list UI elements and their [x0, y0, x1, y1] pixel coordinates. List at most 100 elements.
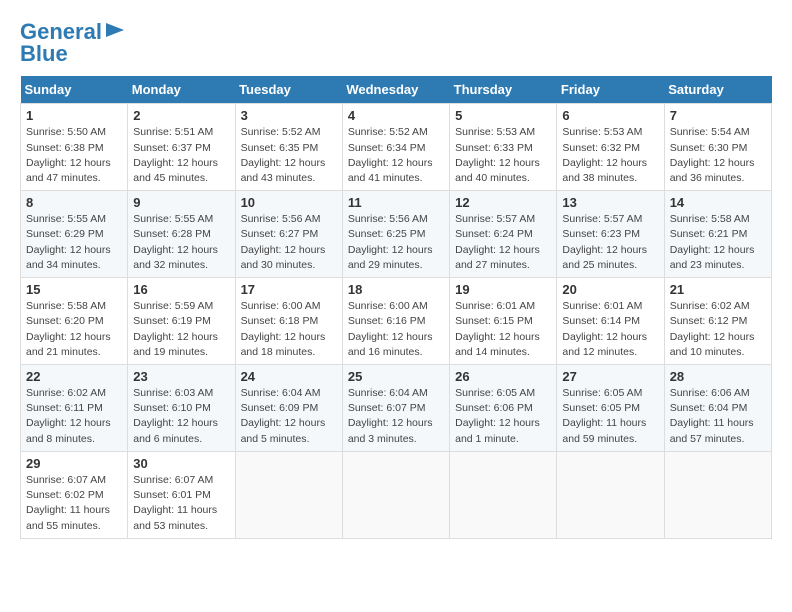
- calendar-cell: 24 Sunrise: 6:04 AM Sunset: 6:09 PM Dayli…: [235, 365, 342, 452]
- day-of-week-saturday: Saturday: [664, 76, 771, 104]
- calendar-cell: 27 Sunrise: 6:05 AM Sunset: 6:05 PM Dayli…: [557, 365, 664, 452]
- day-info: Sunrise: 6:05 AM Sunset: 6:06 PM Dayligh…: [455, 386, 551, 447]
- calendar-cell: 5 Sunrise: 5:53 AM Sunset: 6:33 PM Daylig…: [450, 104, 557, 191]
- day-of-week-tuesday: Tuesday: [235, 76, 342, 104]
- calendar-cell: 2 Sunrise: 5:51 AM Sunset: 6:37 PM Daylig…: [128, 104, 235, 191]
- calendar-cell: 16 Sunrise: 5:59 AM Sunset: 6:19 PM Dayli…: [128, 278, 235, 365]
- day-number: 2: [133, 108, 229, 123]
- day-number: 7: [670, 108, 766, 123]
- logo-blue-text: Blue: [20, 42, 68, 66]
- day-of-week-wednesday: Wednesday: [342, 76, 449, 104]
- calendar-cell: 15 Sunrise: 5:58 AM Sunset: 6:20 PM Dayli…: [21, 278, 128, 365]
- day-number: 16: [133, 282, 229, 297]
- calendar-cell: 3 Sunrise: 5:52 AM Sunset: 6:35 PM Daylig…: [235, 104, 342, 191]
- day-number: 17: [241, 282, 337, 297]
- calendar-cell: 25Sunrise: 6:04 AM Sunset: 6:07 PM Dayli…: [342, 365, 449, 452]
- day-info: Sunrise: 6:00 AM Sunset: 6:18 PM Dayligh…: [241, 299, 337, 360]
- day-info: Sunrise: 5:51 AM Sunset: 6:37 PM Dayligh…: [133, 125, 229, 186]
- day-number: 12: [455, 195, 551, 210]
- calendar-cell: [450, 451, 557, 538]
- calendar-cell: 19 Sunrise: 6:01 AM Sunset: 6:15 PM Dayli…: [450, 278, 557, 365]
- day-info: Sunrise: 6:06 AM Sunset: 6:04 PM Dayligh…: [670, 386, 766, 447]
- calendar-cell: [557, 451, 664, 538]
- day-number: 26: [455, 369, 551, 384]
- day-number: 23: [133, 369, 229, 384]
- day-number: 15: [26, 282, 122, 297]
- day-number: 29: [26, 456, 122, 471]
- day-number: 27: [562, 369, 658, 384]
- day-info: Sunrise: 6:01 AM Sunset: 6:15 PM Dayligh…: [455, 299, 551, 360]
- day-number: 30: [133, 456, 229, 471]
- calendar-cell: 9Sunrise: 5:55 AM Sunset: 6:28 PM Daylig…: [128, 191, 235, 278]
- calendar-cell: 26 Sunrise: 6:05 AM Sunset: 6:06 PM Dayli…: [450, 365, 557, 452]
- day-info: Sunrise: 5:58 AM Sunset: 6:21 PM Dayligh…: [670, 212, 766, 273]
- calendar-cell: 22Sunrise: 6:02 AM Sunset: 6:11 PM Dayli…: [21, 365, 128, 452]
- calendar-cell: 18Sunrise: 6:00 AM Sunset: 6:16 PM Dayli…: [342, 278, 449, 365]
- calendar-cell: 4Sunrise: 5:52 AM Sunset: 6:34 PM Daylig…: [342, 104, 449, 191]
- calendar-cell: 1 Sunrise: 5:50 AM Sunset: 6:38 PM Daylig…: [21, 104, 128, 191]
- days-of-week-row: SundayMondayTuesdayWednesdayThursdayFrid…: [21, 76, 772, 104]
- calendar-week-5: 29 Sunrise: 6:07 AM Sunset: 6:02 PM Dayli…: [21, 451, 772, 538]
- day-number: 11: [348, 195, 444, 210]
- calendar-week-2: 8 Sunrise: 5:55 AM Sunset: 6:29 PM Daylig…: [21, 191, 772, 278]
- calendar-week-4: 22Sunrise: 6:02 AM Sunset: 6:11 PM Dayli…: [21, 365, 772, 452]
- calendar-cell: 23Sunrise: 6:03 AM Sunset: 6:10 PM Dayli…: [128, 365, 235, 452]
- day-number: 21: [670, 282, 766, 297]
- day-number: 14: [670, 195, 766, 210]
- day-info: Sunrise: 6:04 AM Sunset: 6:07 PM Dayligh…: [348, 386, 444, 447]
- day-number: 19: [455, 282, 551, 297]
- day-number: 5: [455, 108, 551, 123]
- day-info: Sunrise: 5:53 AM Sunset: 6:33 PM Dayligh…: [455, 125, 551, 186]
- day-info: Sunrise: 6:07 AM Sunset: 6:01 PM Dayligh…: [133, 473, 229, 534]
- day-info: Sunrise: 5:59 AM Sunset: 6:19 PM Dayligh…: [133, 299, 229, 360]
- day-number: 13: [562, 195, 658, 210]
- calendar-cell: 10Sunrise: 5:56 AM Sunset: 6:27 PM Dayli…: [235, 191, 342, 278]
- calendar-cell: 12Sunrise: 5:57 AM Sunset: 6:24 PM Dayli…: [450, 191, 557, 278]
- calendar-cell: 6Sunrise: 5:53 AM Sunset: 6:32 PM Daylig…: [557, 104, 664, 191]
- day-info: Sunrise: 6:05 AM Sunset: 6:05 PM Dayligh…: [562, 386, 658, 447]
- calendar-cell: 14 Sunrise: 5:58 AM Sunset: 6:21 PM Dayli…: [664, 191, 771, 278]
- day-number: 24: [241, 369, 337, 384]
- calendar-cell: 29 Sunrise: 6:07 AM Sunset: 6:02 PM Dayli…: [21, 451, 128, 538]
- calendar-cell: [664, 451, 771, 538]
- day-info: Sunrise: 5:52 AM Sunset: 6:35 PM Dayligh…: [241, 125, 337, 186]
- day-number: 3: [241, 108, 337, 123]
- calendar-cell: 8 Sunrise: 5:55 AM Sunset: 6:29 PM Daylig…: [21, 191, 128, 278]
- day-of-week-thursday: Thursday: [450, 76, 557, 104]
- day-number: 4: [348, 108, 444, 123]
- calendar-cell: 13Sunrise: 5:57 AM Sunset: 6:23 PM Dayli…: [557, 191, 664, 278]
- calendar-week-1: 1 Sunrise: 5:50 AM Sunset: 6:38 PM Daylig…: [21, 104, 772, 191]
- calendar-cell: 30 Sunrise: 6:07 AM Sunset: 6:01 PM Dayli…: [128, 451, 235, 538]
- calendar-cell: 20 Sunrise: 6:01 AM Sunset: 6:14 PM Dayli…: [557, 278, 664, 365]
- calendar-cell: 7 Sunrise: 5:54 AM Sunset: 6:30 PM Daylig…: [664, 104, 771, 191]
- day-info: Sunrise: 5:54 AM Sunset: 6:30 PM Dayligh…: [670, 125, 766, 186]
- day-info: Sunrise: 5:55 AM Sunset: 6:28 PM Dayligh…: [133, 212, 229, 273]
- day-info: Sunrise: 6:07 AM Sunset: 6:02 PM Dayligh…: [26, 473, 122, 534]
- day-info: Sunrise: 6:00 AM Sunset: 6:16 PM Dayligh…: [348, 299, 444, 360]
- day-info: Sunrise: 6:04 AM Sunset: 6:09 PM Dayligh…: [241, 386, 337, 447]
- day-number: 22: [26, 369, 122, 384]
- calendar-week-3: 15 Sunrise: 5:58 AM Sunset: 6:20 PM Dayli…: [21, 278, 772, 365]
- day-of-week-friday: Friday: [557, 76, 664, 104]
- calendar-table: SundayMondayTuesdayWednesdayThursdayFrid…: [20, 76, 772, 538]
- day-info: Sunrise: 5:56 AM Sunset: 6:27 PM Dayligh…: [241, 212, 337, 273]
- day-number: 20: [562, 282, 658, 297]
- day-info: Sunrise: 5:56 AM Sunset: 6:25 PM Dayligh…: [348, 212, 444, 273]
- day-number: 1: [26, 108, 122, 123]
- calendar-cell: [235, 451, 342, 538]
- logo: General Blue: [20, 20, 126, 66]
- day-of-week-sunday: Sunday: [21, 76, 128, 104]
- day-info: Sunrise: 5:55 AM Sunset: 6:29 PM Dayligh…: [26, 212, 122, 273]
- day-info: Sunrise: 5:50 AM Sunset: 6:38 PM Dayligh…: [26, 125, 122, 186]
- day-info: Sunrise: 5:53 AM Sunset: 6:32 PM Dayligh…: [562, 125, 658, 186]
- day-info: Sunrise: 6:02 AM Sunset: 6:12 PM Dayligh…: [670, 299, 766, 360]
- calendar-cell: 17 Sunrise: 6:00 AM Sunset: 6:18 PM Dayli…: [235, 278, 342, 365]
- day-number: 8: [26, 195, 122, 210]
- page-header: General Blue: [20, 20, 772, 66]
- day-of-week-monday: Monday: [128, 76, 235, 104]
- calendar-cell: 28Sunrise: 6:06 AM Sunset: 6:04 PM Dayli…: [664, 365, 771, 452]
- calendar-cell: [342, 451, 449, 538]
- calendar-cell: 21 Sunrise: 6:02 AM Sunset: 6:12 PM Dayli…: [664, 278, 771, 365]
- day-info: Sunrise: 5:58 AM Sunset: 6:20 PM Dayligh…: [26, 299, 122, 360]
- day-info: Sunrise: 6:01 AM Sunset: 6:14 PM Dayligh…: [562, 299, 658, 360]
